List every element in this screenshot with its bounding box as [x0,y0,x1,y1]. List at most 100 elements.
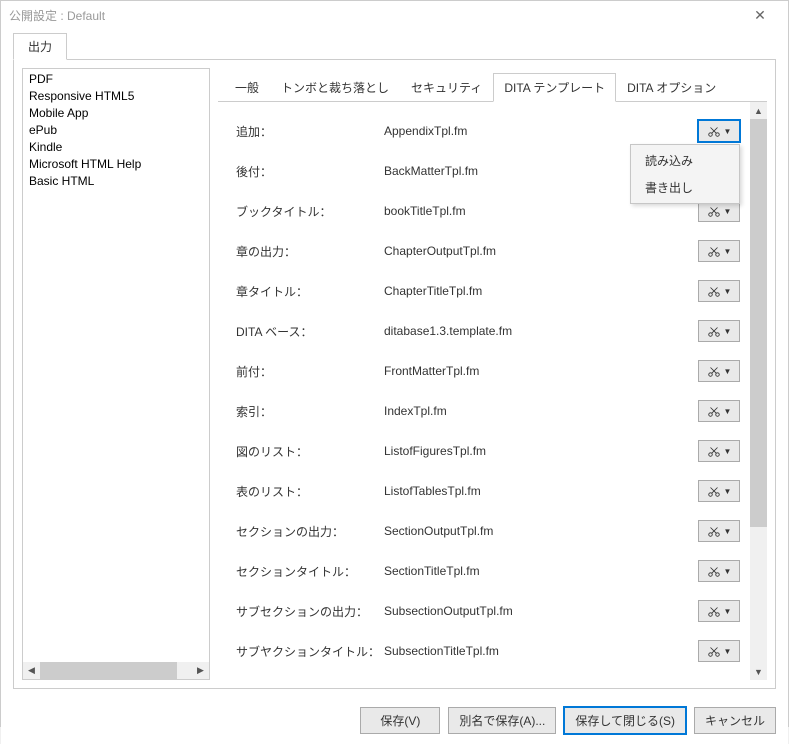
dropdown-menu: 読み込み書き出し [630,144,740,204]
tool-icon-svg [707,244,721,258]
scroll-thumb[interactable] [750,119,767,527]
scissors-icon [707,564,721,578]
tool-icon-svg [707,124,721,138]
top-tabs: 出力 [13,33,776,59]
sidebar-item[interactable]: Kindle [24,139,208,156]
sidebar-item[interactable]: Mobile App [24,105,208,122]
content-wrap: 追加：AppendixTpl.fm ▼読み込み書き出し後付：BackMatter… [218,102,767,680]
button-label: 保存(V) [380,714,420,728]
inner-tab[interactable]: DITA テンプレート [493,73,616,102]
dropdown-item[interactable]: 書き出し [633,174,737,201]
template-tool-button[interactable]: ▼ [698,560,740,582]
scissors-icon [707,364,721,378]
template-tool-button[interactable]: ▼ [698,520,740,542]
button-label: 別名で保存(A)... [459,714,545,728]
template-list: 追加：AppendixTpl.fm ▼読み込み書き出し後付：BackMatter… [218,102,750,680]
scroll-down-icon[interactable]: ▼ [750,663,767,680]
scroll-left-icon[interactable]: ◀ [23,662,40,679]
template-label: DITA ベース： [236,323,384,340]
scroll-up-icon[interactable]: ▲ [750,102,767,119]
scissors-icon [707,404,721,418]
inner-tab[interactable]: 一般 [224,73,270,102]
scissors-icon [707,284,721,298]
template-tool-button[interactable]: ▼ [698,440,740,462]
scissors-icon [707,444,721,458]
template-tool-button[interactable]: ▼ [698,320,740,342]
template-tool-button[interactable]: ▼ [698,120,740,142]
button-label: キャンセル [705,714,765,728]
template-tool-button[interactable]: ▼ [698,480,740,502]
template-label: 表のリスト： [236,483,384,500]
top-tab-label: 出力 [28,40,52,54]
template-label: 前付： [236,363,384,380]
chevron-down-icon: ▼ [724,327,732,336]
template-value: FrontMatterTpl.fm [384,364,698,378]
tool-icon-svg [707,364,721,378]
sidebar-item[interactable]: Microsoft HTML Help [24,156,208,173]
template-label: 後付： [236,163,384,180]
scissors-icon [707,324,721,338]
chevron-down-icon: ▼ [724,487,732,496]
template-value: ListofTablesTpl.fm [384,484,698,498]
scissors-icon [707,604,721,618]
template-value: ChapterTitleTpl.fm [384,284,698,298]
template-value: AppendixTpl.fm [384,124,698,138]
template-tool-button[interactable]: ▼ [698,240,740,262]
template-row: セクションの出力：SectionOutputTpl.fm ▼ [236,520,740,542]
chevron-down-icon: ▼ [724,567,732,576]
template-label: 図のリスト： [236,443,384,460]
template-tool-button[interactable]: ▼ [698,400,740,422]
template-row: 章タイトル：ChapterTitleTpl.fm ▼ [236,280,740,302]
template-label: 追加： [236,123,384,140]
dropdown-item[interactable]: 読み込み [633,147,737,174]
inner-tab[interactable]: DITA オプション [616,73,727,102]
template-tool-button[interactable]: ▼ [698,360,740,382]
horizontal-scrollbar[interactable]: ◀ ▶ [23,662,209,679]
inner-tab[interactable]: セキュリティ [400,73,493,102]
tool-icon-svg [707,284,721,298]
scissors-icon [707,244,721,258]
scroll-thumb[interactable] [40,662,177,679]
template-label: 章の出力： [236,243,384,260]
scroll-track[interactable] [40,662,192,679]
sidebar-item[interactable]: Responsive HTML5 [24,88,208,105]
template-row: セクションタイトル：SectionTitleTpl.fm ▼ [236,560,740,582]
scissors-icon [707,524,721,538]
scissors-icon [707,204,721,218]
cancel-button[interactable]: キャンセル [694,707,776,734]
template-label: セクションの出力： [236,523,384,540]
sidebar-item[interactable]: Basic HTML [24,173,208,190]
chevron-down-icon: ▼ [724,607,732,616]
save-and-close-button[interactable]: 保存して閉じる(S) [564,707,686,734]
template-value: IndexTpl.fm [384,404,698,418]
template-label: サブヤクションタイトル： [236,643,384,660]
scroll-right-icon[interactable]: ▶ [192,662,209,679]
tool-icon-svg [707,484,721,498]
chevron-down-icon: ▼ [724,127,732,136]
save-as-button[interactable]: 別名で保存(A)... [448,707,556,734]
chevron-down-icon: ▼ [724,367,732,376]
tool-icon-svg [707,564,721,578]
template-tool-button[interactable]: ▼ [698,280,740,302]
tool-icon-svg [707,644,721,658]
template-value: SectionTitleTpl.fm [384,564,698,578]
scroll-track[interactable] [750,119,767,663]
save-button[interactable]: 保存(V) [360,707,440,734]
top-tab-output[interactable]: 出力 [13,33,67,60]
template-tool-button[interactable]: ▼ [698,600,740,622]
inner-tab[interactable]: トンボと裁ち落とし [270,73,400,102]
chevron-down-icon: ▼ [724,527,732,536]
chevron-down-icon: ▼ [724,207,732,216]
close-button[interactable]: ✕ [740,1,780,29]
sidebar-item[interactable]: ePub [24,122,208,139]
vertical-scrollbar[interactable]: ▲ ▼ [750,102,767,680]
template-row: 章の出力：ChapterOutputTpl.fm ▼ [236,240,740,262]
template-row: 追加：AppendixTpl.fm ▼読み込み書き出し [236,120,740,142]
template-value: ChapterOutputTpl.fm [384,244,698,258]
inner-tabs: 一般トンボと裁ち落としセキュリティDITA テンプレートDITA オプション [218,72,767,102]
template-label: 索引： [236,403,384,420]
sidebar-list[interactable]: PDFResponsive HTML5Mobile AppePubKindleM… [23,69,209,662]
close-icon: ✕ [754,7,766,24]
sidebar-item[interactable]: PDF [24,71,208,88]
template-tool-button[interactable]: ▼ [698,640,740,662]
